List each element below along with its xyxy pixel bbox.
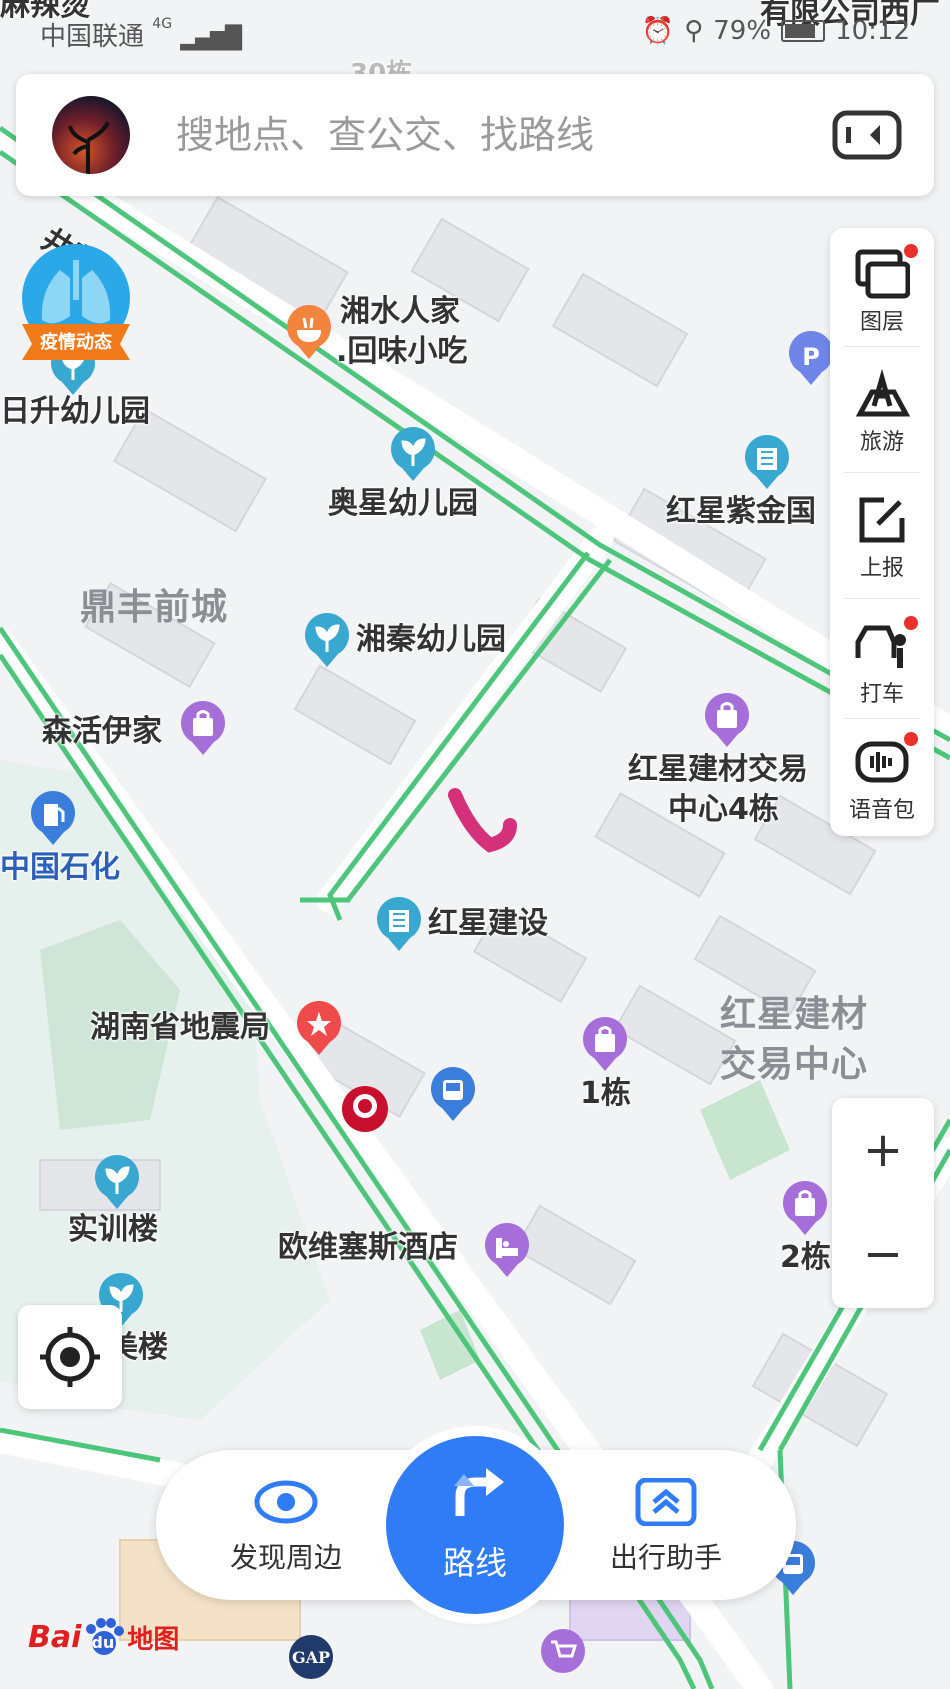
poi-risheng[interactable]: 日升幼儿园 [0, 394, 150, 430]
divider [844, 598, 920, 599]
voice-search-icon[interactable] [832, 110, 902, 160]
poi-xiangshui[interactable]: 湘水人家 [340, 294, 460, 330]
poi-hongxing-4[interactable]: 红星建材交易 [628, 752, 808, 788]
parking-icon[interactable]: P [786, 330, 836, 388]
travel-label: 旅游 [859, 430, 904, 455]
taxi-icon [855, 625, 906, 668]
voice-pack-button[interactable]: 语音包 [830, 716, 934, 840]
poi-sinopec[interactable]: 中国石化 [0, 850, 120, 886]
assistant-label: 出行助手 [609, 1541, 722, 1574]
area-label-hongxing: 红星建材 [720, 994, 869, 1035]
logo-text-du: du [91, 1633, 115, 1652]
taxi-button[interactable]: 打车 [830, 600, 934, 724]
logo-text-bai: Bai [28, 1619, 82, 1655]
svg-text:GAP: GAP [292, 1648, 330, 1667]
layers-label: 图层 [859, 310, 904, 335]
carrier-label: 中国联通 [40, 22, 145, 52]
search-bar[interactable] [16, 74, 934, 196]
travel-assistant-button[interactable]: 出行助手 [586, 1477, 746, 1576]
voice-pack-label: 语音包 [848, 798, 915, 823]
report-label: 上报 [859, 556, 904, 581]
government-icon[interactable] [294, 1000, 344, 1058]
zoom-control: + − [832, 1098, 934, 1308]
divider [844, 472, 920, 473]
layers-badge [904, 244, 918, 258]
poi-zijinguo[interactable]: 红星紫金国 [666, 494, 816, 530]
layers-button[interactable]: 图层 [830, 228, 934, 352]
signal-icon: ▂▄▆█ [180, 26, 242, 51]
epidemic-news-icon[interactable]: 疫情动态 [14, 240, 138, 370]
epidemic-label: 疫情动态 [40, 332, 112, 353]
taxi-label: 打车 [859, 682, 904, 707]
building-icon[interactable] [374, 896, 424, 954]
layers-icon [855, 249, 910, 299]
poi-building-2[interactable]: 2栋 [780, 1240, 831, 1276]
poi-aoxing[interactable]: 奥星幼儿园 [328, 486, 478, 522]
status-left: 中国联通 4G ▂▄▆█ [40, 16, 242, 53]
status-bar: 中国联通 4G ▂▄▆█ ⏰ ⚲ 79% 10:12 [0, 0, 950, 66]
gap-store-icon[interactable]: GAP [286, 1632, 336, 1689]
shopping-icon[interactable] [780, 1180, 830, 1238]
crosshair-icon [40, 1327, 100, 1387]
voice-pack-icon [855, 741, 909, 783]
report-button[interactable]: 上报 [830, 474, 934, 598]
location-icon: ⚲ [684, 16, 704, 46]
hotel-icon[interactable] [482, 1222, 532, 1280]
poi-hotel[interactable]: 欧维塞斯酒店 [278, 1230, 458, 1266]
school-icon[interactable] [92, 1154, 142, 1212]
poi-hongxing-4-line2[interactable]: 中心4栋 [668, 792, 779, 828]
network-label: 4G [152, 16, 173, 32]
avatar[interactable] [52, 96, 130, 174]
status-right: ⏰ ⚲ 79% 10:12 [642, 16, 910, 46]
area-label-hongxing-2: 交易中心 [720, 1044, 869, 1085]
area-label-dingfeng: 鼎丰前城 [80, 587, 229, 628]
turn-arrow-icon [454, 1468, 504, 1516]
zoom-out-button[interactable]: − [832, 1202, 934, 1306]
svg-text:P: P [802, 343, 820, 371]
cart-icon[interactable] [538, 1626, 588, 1684]
battery-percent: 79% [713, 16, 772, 46]
school-icon[interactable] [302, 612, 352, 670]
paw-icon: du [81, 1617, 127, 1657]
route-label: 路线 [442, 1544, 507, 1582]
eye-icon [254, 1480, 318, 1524]
poi-building-1[interactable]: 1栋 [580, 1076, 631, 1112]
report-icon [859, 497, 905, 543]
poi-hongxing-jianshe[interactable]: 红星建设 [428, 906, 548, 942]
gas-station-icon[interactable] [28, 790, 78, 848]
taxi-badge [904, 616, 918, 630]
school-icon[interactable] [388, 426, 438, 484]
bus-stop-icon[interactable] [428, 1066, 478, 1124]
voice-pack-badge [904, 732, 918, 746]
travel-icon [855, 368, 910, 417]
shopping-icon[interactable] [178, 700, 228, 758]
clock: 10:12 [835, 16, 910, 46]
alarm-icon: ⏰ [641, 16, 675, 46]
food-icon[interactable] [284, 304, 334, 362]
poi-xiangqin[interactable]: 湘秦幼儿园 [356, 622, 506, 658]
shopping-icon[interactable] [580, 1016, 630, 1074]
battery-icon [781, 20, 826, 42]
discover-nearby-button[interactable]: 发现周边 [206, 1478, 366, 1576]
zoom-in-button[interactable]: + [832, 1098, 934, 1202]
kfc-icon[interactable] [340, 1084, 390, 1142]
divider [844, 346, 920, 347]
route-button[interactable]: 路线 [386, 1436, 564, 1614]
discover-label: 发现周边 [229, 1541, 342, 1574]
baidu-map-logo: Bai du 地图 [28, 1612, 179, 1662]
logo-text-map: 地图 [127, 1624, 180, 1655]
poi-xiangshui-2[interactable]: .回味小吃 [336, 334, 467, 370]
building-icon[interactable] [742, 434, 792, 492]
search-input[interactable] [176, 110, 796, 160]
poi-shixunlou[interactable]: 实训楼 [68, 1212, 158, 1248]
poi-senhuo[interactable]: 森活伊家 [42, 714, 162, 750]
travel-button[interactable]: 旅游 [830, 348, 934, 472]
side-toolbar: 图层 旅游 上报 打车 语音包 [830, 228, 934, 836]
shopping-icon[interactable] [702, 692, 752, 750]
assistant-icon [635, 1477, 697, 1527]
poi-earthquake-bureau[interactable]: 湖南省地震局 [90, 1010, 270, 1046]
locate-button[interactable] [18, 1305, 122, 1409]
